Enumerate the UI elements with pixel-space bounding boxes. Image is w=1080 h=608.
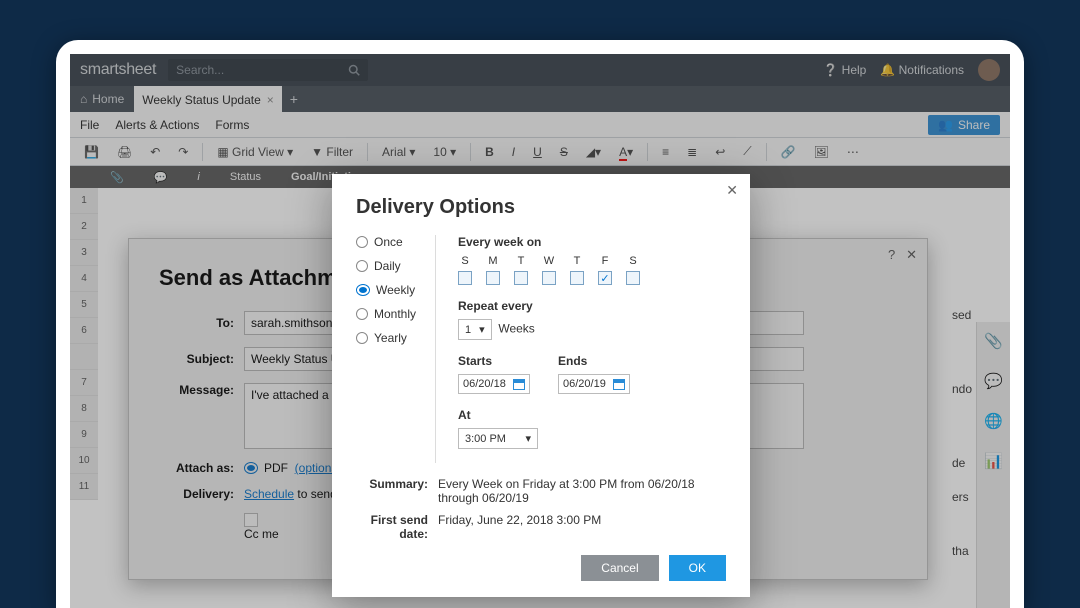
delivery-options-modal: ✕ Delivery Options Once Daily Weekly Mon… <box>332 174 750 597</box>
day-label: F <box>602 255 609 267</box>
repeat-value-select[interactable]: 1▾ <box>458 319 492 340</box>
freq-daily[interactable]: Daily <box>356 259 417 273</box>
modal-title: Delivery Options <box>356 196 726 219</box>
ends-label: Ends <box>558 354 630 368</box>
day-label: S <box>629 255 636 267</box>
calendar-icon <box>613 379 625 390</box>
ok-button[interactable]: OK <box>669 555 726 581</box>
freq-monthly[interactable]: Monthly <box>356 307 417 321</box>
day-label: T <box>518 255 525 267</box>
modal-close-button[interactable]: ✕ <box>726 182 738 199</box>
day-checkbox[interactable]: ✓ <box>598 271 612 285</box>
day-label: M <box>488 255 497 267</box>
freq-weekly[interactable]: Weekly <box>356 283 417 297</box>
every-week-label: Every week on <box>458 235 726 249</box>
day-label: T <box>574 255 581 267</box>
freq-yearly[interactable]: Yearly <box>356 331 417 345</box>
ends-input[interactable]: 06/20/19 <box>558 374 630 394</box>
firstsend-value: Friday, June 22, 2018 3:00 PM <box>438 513 726 541</box>
frequency-radios: Once Daily Weekly Monthly Yearly <box>356 235 436 463</box>
day-label: W <box>544 255 554 267</box>
day-checkbox[interactable] <box>626 271 640 285</box>
starts-input[interactable]: 06/20/18 <box>458 374 530 394</box>
at-select[interactable]: 3:00 PM▾ <box>458 428 538 449</box>
summary-value: Every Week on Friday at 3:00 PM from 06/… <box>438 477 726 505</box>
firstsend-label: First send date: <box>356 513 428 541</box>
freq-once[interactable]: Once <box>356 235 417 249</box>
summary-label: Summary: <box>356 477 428 505</box>
repeat-unit: Weeks <box>498 322 534 336</box>
calendar-icon <box>513 379 525 390</box>
at-label: At <box>458 408 726 422</box>
day-checkbox[interactable] <box>514 271 528 285</box>
day-checkbox[interactable] <box>570 271 584 285</box>
repeat-label: Repeat every <box>458 299 726 313</box>
day-label: S <box>461 255 468 267</box>
starts-label: Starts <box>458 354 530 368</box>
day-checkbox[interactable] <box>542 271 556 285</box>
day-checkbox[interactable] <box>486 271 500 285</box>
day-checkbox[interactable] <box>458 271 472 285</box>
cancel-button[interactable]: Cancel <box>581 555 658 581</box>
